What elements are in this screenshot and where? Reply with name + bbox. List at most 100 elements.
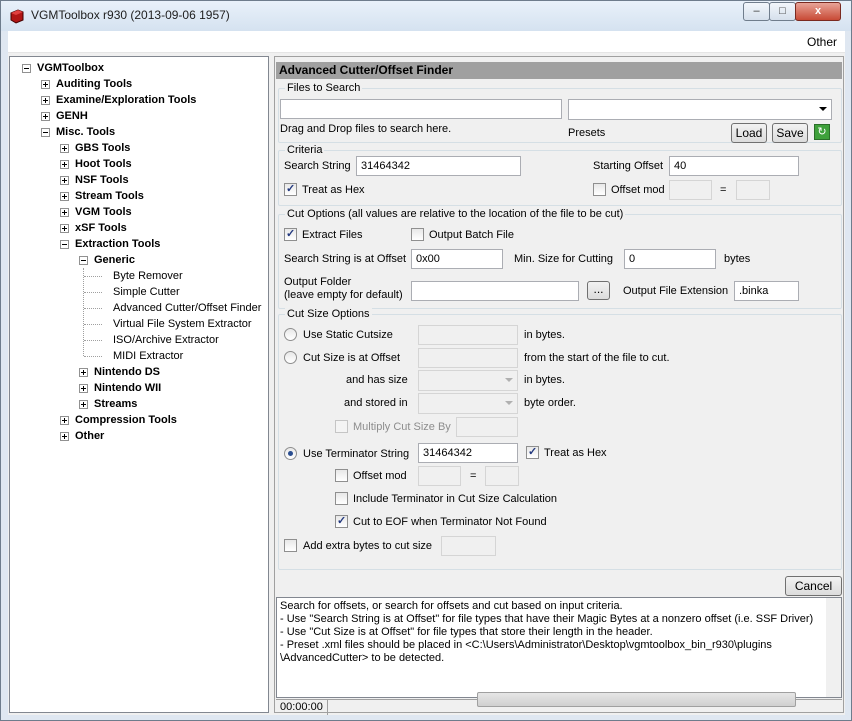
multiply-input[interactable] — [456, 417, 518, 437]
search-at-offset-input[interactable]: 0x00 — [411, 249, 503, 269]
tree-item-label: Misc. Tools — [56, 126, 116, 138]
cut-at-offset-input[interactable] — [418, 348, 518, 368]
save-button[interactable]: Save — [772, 123, 808, 143]
term-offset-mod-input[interactable] — [418, 466, 461, 486]
title-bar[interactable]: VGMToolbox r930 (2013-09-06 1957) – □ x — [1, 1, 851, 31]
expand-icon[interactable] — [60, 192, 69, 201]
file-path-input[interactable] — [280, 99, 562, 119]
minimize-button[interactable]: – — [743, 2, 770, 21]
expand-icon[interactable] — [60, 432, 69, 441]
app-icon — [10, 9, 24, 24]
tree-item[interactable]: ISO/Archive Extractor — [10, 332, 268, 348]
tool-tree[interactable]: VGMToolbox Auditing Tools Examine/Explorat… — [9, 56, 269, 713]
tree-item[interactable]: Compression Tools — [10, 412, 268, 428]
description-scrollbar[interactable] — [826, 598, 841, 697]
tree-item[interactable]: xSF Tools — [10, 220, 268, 236]
expand-icon[interactable] — [41, 96, 50, 105]
tree-item[interactable]: GENH — [10, 108, 268, 124]
byte-order-select[interactable] — [418, 393, 518, 414]
collapse-icon[interactable] — [41, 128, 50, 137]
tree-item[interactable]: MIDI Extractor — [10, 348, 268, 364]
static-cutsize-radio[interactable] — [284, 328, 297, 341]
cut-at-offset-radio[interactable] — [284, 351, 297, 364]
treat-as-hex-checkbox[interactable] — [284, 182, 297, 196]
term-offset-mod-result-input[interactable] — [485, 466, 519, 486]
tree-item[interactable]: Auditing Tools — [10, 76, 268, 92]
preset-select[interactable] — [568, 99, 832, 120]
expand-icon[interactable] — [60, 144, 69, 153]
expand-icon[interactable] — [41, 112, 50, 121]
criteria-group-title: Criteria — [285, 144, 325, 156]
collapse-icon[interactable] — [60, 240, 69, 249]
terminator-input[interactable]: 31464342 — [418, 443, 518, 463]
size-select[interactable] — [418, 370, 518, 391]
expand-icon[interactable] — [60, 176, 69, 185]
tree-item[interactable]: Byte Remover — [10, 268, 268, 284]
expand-icon[interactable] — [79, 384, 88, 393]
offset-mod-result-input[interactable] — [736, 180, 770, 200]
cut-to-eof-checkbox[interactable] — [335, 514, 348, 528]
output-folder-input[interactable] — [411, 281, 579, 301]
min-size-input[interactable]: 0 — [624, 249, 716, 269]
tree-item[interactable]: Streams — [10, 396, 268, 412]
refresh-icon[interactable]: ↻ — [814, 124, 830, 140]
tree-item[interactable]: VGM Tools — [10, 204, 268, 220]
description-line: Search for offsets, or search for offset… — [280, 600, 623, 612]
offset-mod-checkbox[interactable] — [593, 183, 606, 196]
expand-icon[interactable] — [60, 208, 69, 217]
tree-item-label: VGM Tools — [75, 206, 132, 218]
collapse-icon[interactable] — [22, 64, 31, 73]
output-ext-input[interactable]: .binka — [734, 281, 799, 301]
close-button[interactable]: x — [795, 2, 841, 21]
min-size-label: Min. Size for Cutting — [514, 253, 614, 265]
tree-item[interactable]: Simple Cutter — [10, 284, 268, 300]
tool-panel: Advanced Cutter/Offset Finder Files to S… — [274, 56, 844, 715]
terminator-radio[interactable] — [284, 447, 297, 460]
tree-item-label: Generic — [94, 254, 135, 266]
offset-mod-input[interactable] — [669, 180, 712, 200]
tree-item[interactable]: GBS Tools — [10, 140, 268, 156]
browse-folder-button[interactable]: ... — [587, 281, 610, 300]
multiply-checkbox[interactable] — [335, 420, 348, 433]
expand-icon[interactable] — [79, 368, 88, 377]
tree-item[interactable]: Misc. Tools — [10, 124, 268, 140]
maximize-button[interactable]: □ — [769, 2, 796, 21]
description-line: \AdvancedCutter> to be detected. — [280, 652, 445, 664]
terminator-hex-checkbox[interactable] — [526, 445, 539, 459]
tree-item[interactable]: Nintendo DS — [10, 364, 268, 380]
tree-item[interactable]: Advanced Cutter/Offset Finder — [10, 300, 268, 316]
tree-item[interactable]: Extraction Tools — [10, 236, 268, 252]
panel-header: Advanced Cutter/Offset Finder — [276, 62, 842, 79]
starting-offset-input[interactable]: 40 — [669, 156, 799, 176]
include-terminator-checkbox[interactable] — [335, 492, 348, 505]
expand-icon[interactable] — [79, 400, 88, 409]
tree-item[interactable]: NSF Tools — [10, 172, 268, 188]
tree-item[interactable]: Stream Tools — [10, 188, 268, 204]
tree-item[interactable]: Hoot Tools — [10, 156, 268, 172]
search-string-input[interactable]: 31464342 — [356, 156, 521, 176]
extra-bytes-checkbox[interactable] — [284, 539, 297, 552]
extract-files-checkbox[interactable] — [284, 227, 297, 241]
terminator-label: Use Terminator String — [303, 448, 410, 460]
tree-item-label: Byte Remover — [113, 270, 183, 282]
tree-item[interactable]: Other — [10, 428, 268, 444]
cancel-button[interactable]: Cancel — [785, 576, 842, 596]
collapse-icon[interactable] — [79, 256, 88, 265]
expand-icon[interactable] — [60, 160, 69, 169]
menu-item-other[interactable]: Other — [807, 35, 837, 49]
output-folder-hint: (leave empty for default) — [284, 289, 403, 301]
expand-icon[interactable] — [60, 224, 69, 233]
output-batch-checkbox[interactable] — [411, 228, 424, 241]
tree-item[interactable]: Virtual File System Extractor — [10, 316, 268, 332]
description-box[interactable]: Search for offsets, or search for offset… — [276, 597, 842, 698]
tree-item[interactable]: Nintendo WII — [10, 380, 268, 396]
extra-bytes-input[interactable] — [441, 536, 496, 556]
expand-icon[interactable] — [41, 80, 50, 89]
expand-icon[interactable] — [60, 416, 69, 425]
tree-item[interactable]: Examine/Exploration Tools — [10, 92, 268, 108]
load-button[interactable]: Load — [731, 123, 767, 143]
tree-item[interactable]: Generic — [10, 252, 268, 268]
static-cutsize-input[interactable] — [418, 325, 518, 345]
tree-item[interactable]: VGMToolbox — [10, 60, 268, 76]
term-offset-mod-checkbox[interactable] — [335, 469, 348, 482]
